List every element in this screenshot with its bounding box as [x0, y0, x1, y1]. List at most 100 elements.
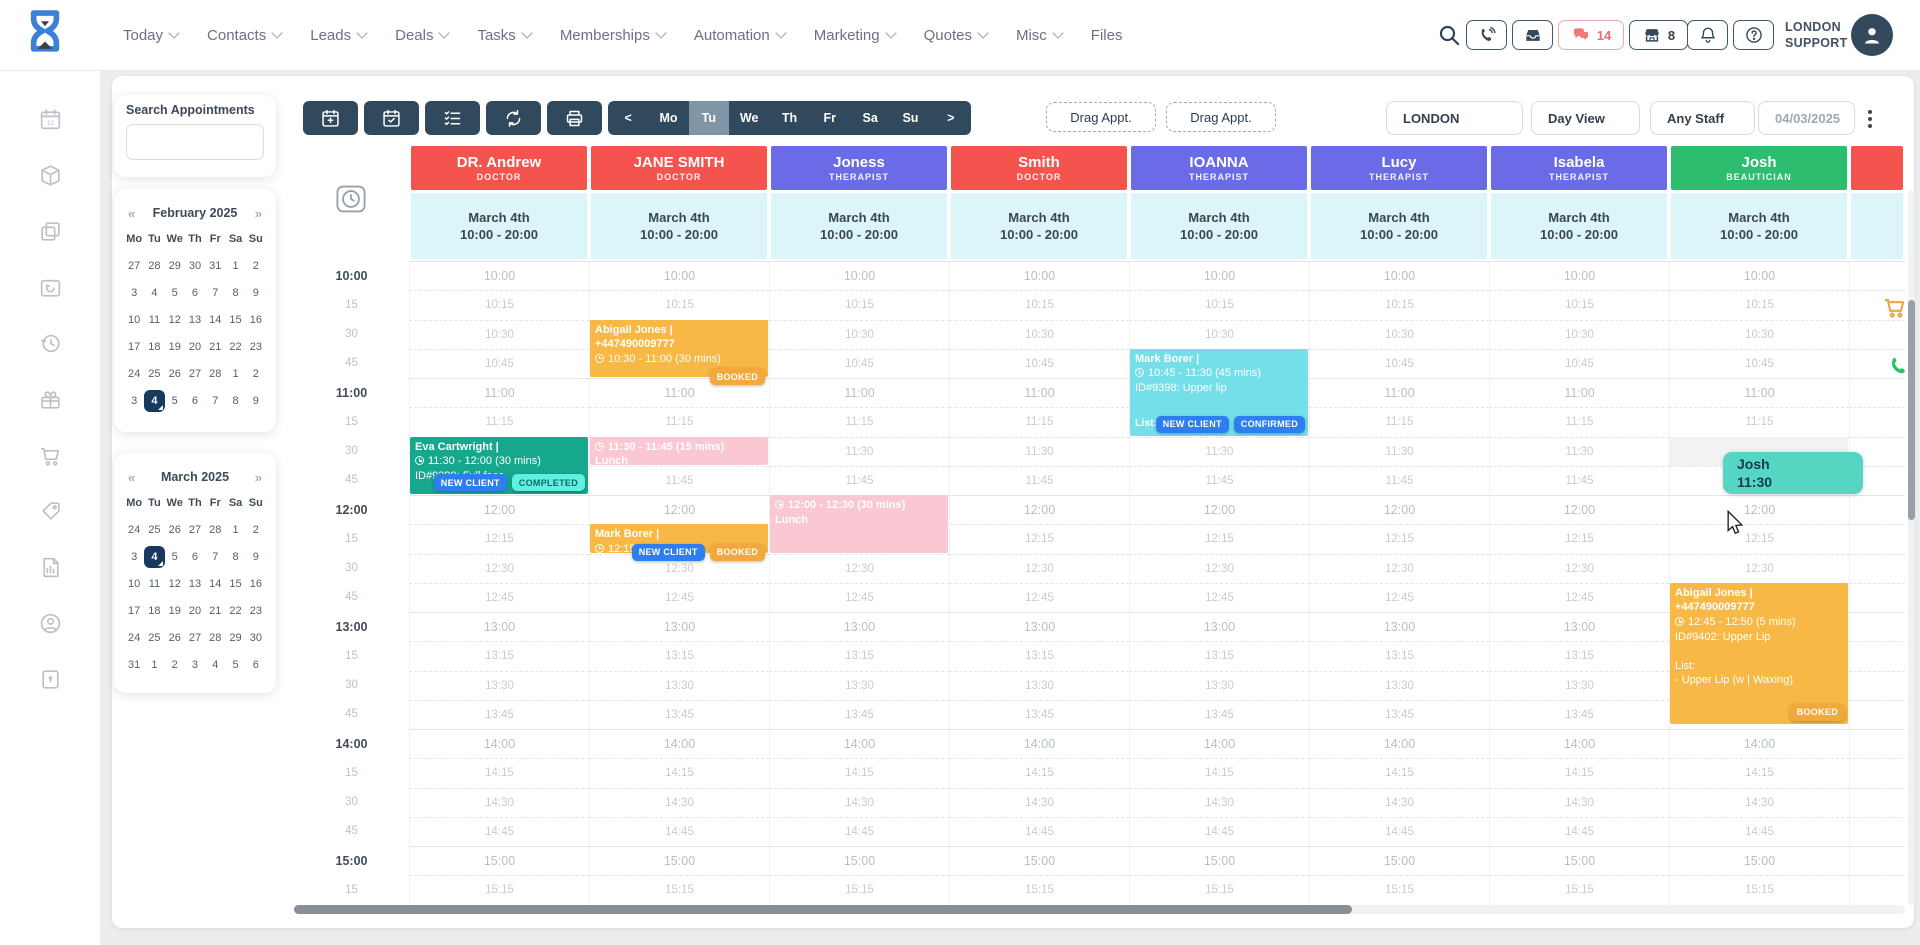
store-button[interactable]: 8: [1629, 20, 1688, 50]
time-cell[interactable]: 10:45: [1309, 349, 1489, 378]
calendar-day[interactable]: 31: [124, 659, 144, 671]
calendar-day[interactable]: 1: [144, 659, 164, 671]
time-cell[interactable]: 10:45: [1489, 349, 1669, 378]
time-cell[interactable]: 13:15: [1489, 641, 1669, 670]
time-cell[interactable]: 12:30: [1669, 554, 1849, 583]
next-month-icon[interactable]: »: [255, 470, 262, 485]
time-cell[interactable]: 10:00: [949, 261, 1129, 290]
time-cell[interactable]: 11:00: [769, 378, 949, 407]
calendar-day[interactable]: 27: [185, 632, 205, 644]
calendar-day[interactable]: 20: [185, 341, 205, 353]
appointment-block[interactable]: 12:00 - 12:30 (30 mins)Lunch: [770, 495, 948, 553]
app-logo[interactable]: [20, 9, 70, 66]
time-cell[interactable]: 10:15: [769, 290, 949, 319]
calendar-day[interactable]: 26: [165, 524, 185, 536]
time-cell[interactable]: 13:45: [1309, 700, 1489, 729]
nav-item-files[interactable]: Files: [1091, 27, 1123, 44]
time-cell[interactable]: 13:45: [409, 700, 589, 729]
calendar-day[interactable]: 27: [124, 260, 144, 272]
time-cell[interactable]: 10:45: [769, 349, 949, 378]
nav-item-marketing[interactable]: Marketing: [814, 27, 895, 44]
time-cell[interactable]: 10:15: [1489, 290, 1669, 319]
calendar-day[interactable]: 25: [144, 632, 164, 644]
calendar-day[interactable]: 1: [225, 524, 245, 536]
time-cell[interactable]: 13:30: [1489, 671, 1669, 700]
calendar-day[interactable]: 16: [246, 314, 266, 326]
appointment-block[interactable]: Eva Cartwright |11:30 - 12:00 (30 mins)I…: [410, 437, 588, 495]
nav-item-leads[interactable]: Leads: [310, 27, 366, 44]
calendar-day[interactable]: 28: [144, 260, 164, 272]
nav-item-today[interactable]: Today: [123, 27, 178, 44]
time-cell[interactable]: 12:00: [1129, 495, 1309, 524]
time-cell[interactable]: 13:45: [1129, 700, 1309, 729]
calendar-day[interactable]: 31: [205, 260, 225, 272]
calendar-day[interactable]: 30: [185, 260, 205, 272]
calendar-day[interactable]: 6: [246, 659, 266, 671]
calendar-day[interactable]: 11: [144, 314, 164, 326]
time-cell[interactable]: 14:45: [1129, 817, 1309, 846]
time-cell[interactable]: 15:00: [589, 846, 769, 875]
time-cell[interactable]: 14:15: [769, 758, 949, 787]
time-cell[interactable]: [1849, 554, 1905, 583]
time-cell[interactable]: 12:30: [1129, 554, 1309, 583]
time-cell[interactable]: 13:30: [409, 671, 589, 700]
time-cell[interactable]: 11:00: [1669, 378, 1849, 407]
time-cell[interactable]: 11:00: [409, 378, 589, 407]
time-cell[interactable]: 10:30: [1669, 320, 1849, 349]
cart-icon[interactable]: [37, 442, 63, 468]
time-cell[interactable]: 11:45: [1129, 466, 1309, 495]
time-cell[interactable]: 15:15: [1309, 875, 1489, 904]
nav-item-memberships[interactable]: Memberships: [560, 27, 665, 44]
time-cell[interactable]: 14:00: [1129, 729, 1309, 758]
calendar-day[interactable]: 3: [185, 659, 205, 671]
horizontal-scrollbar-thumb[interactable]: [294, 905, 1352, 914]
day-button-we[interactable]: We: [729, 101, 769, 135]
appointment-block[interactable]: 11:30 - 11:45 (15 mins)Lunch: [590, 437, 768, 465]
calendar-day[interactable]: 12: [165, 578, 185, 590]
history-icon[interactable]: [37, 330, 63, 356]
calendar-day[interactable]: 13: [185, 578, 205, 590]
time-cell[interactable]: 10:30: [769, 320, 949, 349]
calendar-day[interactable]: 21: [205, 341, 225, 353]
time-cell[interactable]: 14:30: [1129, 788, 1309, 817]
time-cell[interactable]: 14:45: [589, 817, 769, 846]
locker-icon[interactable]: [37, 666, 63, 692]
time-cell[interactable]: 10:00: [409, 261, 589, 290]
package-icon[interactable]: [37, 162, 63, 188]
time-cell[interactable]: [1849, 846, 1905, 875]
time-cell[interactable]: 14:45: [949, 817, 1129, 846]
calendar-day[interactable]: 29: [225, 632, 245, 644]
current-user-label[interactable]: LONDON SUPPORT: [1785, 19, 1848, 51]
time-cell[interactable]: 14:30: [949, 788, 1129, 817]
pages-icon[interactable]: [37, 218, 63, 244]
time-cell[interactable]: 12:45: [589, 583, 769, 612]
time-cell[interactable]: 15:00: [1129, 846, 1309, 875]
calendar-day[interactable]: 18: [144, 605, 164, 617]
time-cell[interactable]: 10:45: [1669, 349, 1849, 378]
calendar-day[interactable]: 25: [144, 524, 164, 536]
staff-header-josh[interactable]: JoshBEAUTICIAN: [1671, 146, 1847, 190]
dialer-button[interactable]: [1466, 20, 1507, 50]
report-icon[interactable]: [37, 554, 63, 580]
time-cell[interactable]: 12:45: [1309, 583, 1489, 612]
time-cell[interactable]: 14:30: [769, 788, 949, 817]
time-cell[interactable]: 13:15: [409, 641, 589, 670]
time-cell[interactable]: 10:15: [1129, 290, 1309, 319]
day-button-mo[interactable]: Mo: [648, 101, 688, 135]
calendar-day[interactable]: 18: [144, 341, 164, 353]
calendar-day[interactable]: 19: [165, 605, 185, 617]
next-month-icon[interactable]: »: [255, 206, 262, 221]
calendar-day[interactable]: 28: [205, 632, 225, 644]
time-cell[interactable]: 11:45: [769, 466, 949, 495]
time-cell[interactable]: 12:45: [949, 583, 1129, 612]
time-cell[interactable]: [1849, 758, 1905, 787]
time-cell[interactable]: 13:00: [949, 612, 1129, 641]
time-cell[interactable]: 13:45: [769, 700, 949, 729]
time-cell[interactable]: 15:00: [409, 846, 589, 875]
time-cell[interactable]: 14:00: [769, 729, 949, 758]
calendar-day[interactable]: 26: [165, 368, 185, 380]
staff-header-smith[interactable]: SmithDOCTOR: [951, 146, 1127, 190]
calendar-return-icon[interactable]: [37, 274, 63, 300]
time-cell[interactable]: 15:00: [949, 846, 1129, 875]
time-cell[interactable]: 11:45: [949, 466, 1129, 495]
